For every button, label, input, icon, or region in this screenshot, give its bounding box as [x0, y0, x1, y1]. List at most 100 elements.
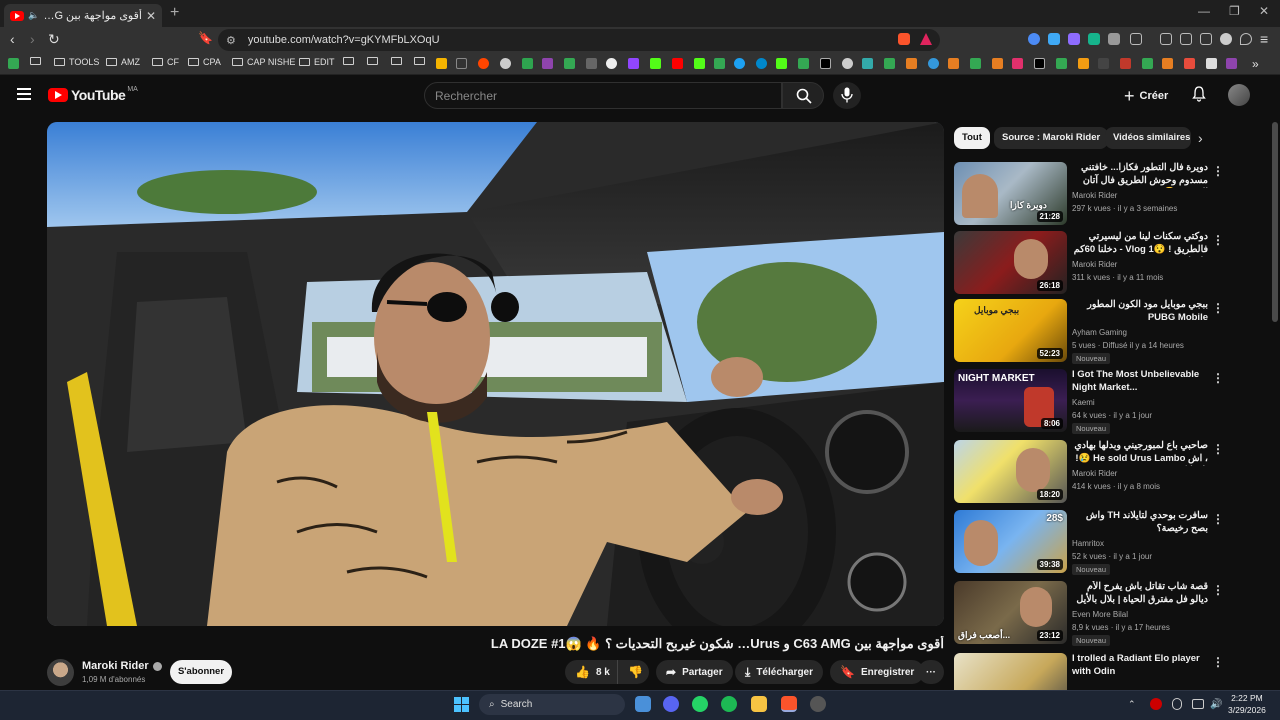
- bookmark-folder[interactable]: [343, 57, 358, 65]
- bookmark-folder-edit[interactable]: EDIT: [299, 57, 335, 67]
- recommendation-title[interactable]: I trolled a Radiant Elo player with Odin: [1072, 653, 1208, 678]
- extension-icon[interactable]: [1028, 33, 1040, 45]
- mute-icon[interactable]: 🔈: [28, 10, 39, 21]
- more-options-icon[interactable]: ⋮: [1212, 655, 1224, 669]
- sheets-bookmark-icon[interactable]: [1056, 58, 1067, 69]
- bookmark-icon[interactable]: [948, 58, 959, 69]
- sheets-bookmark-icon[interactable]: [884, 58, 895, 69]
- recommendation-title[interactable]: سافرت بوحدي لتايلاند TH واش بصح رخيصة؟: [1072, 510, 1208, 535]
- recommendation-channel[interactable]: Kaemi: [1072, 398, 1095, 407]
- bookmark-icon[interactable]: [1162, 58, 1173, 69]
- screenshot-icon[interactable]: [1130, 33, 1142, 45]
- bookmark-folder-cpa[interactable]: CPA: [188, 57, 221, 67]
- more-options-icon[interactable]: ⋮: [1212, 233, 1224, 247]
- create-button[interactable]: + Créer: [1124, 84, 1168, 108]
- more-bookmarks-icon[interactable]: »: [1252, 57, 1259, 71]
- app-icon[interactable]: [810, 696, 826, 712]
- share-button[interactable]: ➦ Partager: [656, 660, 733, 684]
- bookmark-icon[interactable]: [1226, 58, 1237, 69]
- url-field[interactable]: ⚙ youtube.com/watch?v=gKYMFbLXOqU: [218, 29, 940, 51]
- forward-icon[interactable]: ›: [30, 31, 35, 47]
- tray-app-icon[interactable]: [1150, 698, 1162, 710]
- bookmark-icon[interactable]: [1206, 58, 1217, 69]
- system-clock[interactable]: 2:22 PM 3/29/2026: [1228, 692, 1266, 716]
- bookmark-icon[interactable]: [1120, 58, 1131, 69]
- network-icon[interactable]: [1192, 699, 1204, 709]
- bookmark-icon[interactable]: [734, 58, 745, 69]
- x-bookmark-icon[interactable]: [820, 58, 831, 69]
- bookmark-icon[interactable]: [842, 58, 853, 69]
- extension-icon[interactable]: [1088, 33, 1100, 45]
- search-input[interactable]: Rechercher: [424, 82, 782, 109]
- sheets-bookmark-icon[interactable]: [1142, 58, 1153, 69]
- brave-shields-icon[interactable]: [898, 33, 910, 45]
- instagram-bookmark-icon[interactable]: [1012, 58, 1023, 69]
- close-window-icon[interactable]: ✕: [1259, 4, 1269, 18]
- extensions-puzzle-icon[interactable]: [1108, 33, 1120, 45]
- video-thumbnail[interactable]: 26:18: [954, 231, 1067, 294]
- video-thumbnail[interactable]: 28$ 39:38: [954, 510, 1067, 573]
- more-options-icon[interactable]: ⋮: [1212, 442, 1224, 456]
- brave-browser-icon[interactable]: [781, 696, 797, 712]
- bookmark-icon[interactable]: [1034, 58, 1045, 69]
- recommendation-channel[interactable]: Maroki Rider: [1072, 260, 1117, 269]
- more-options-icon[interactable]: ⋮: [1212, 583, 1224, 597]
- video-thumbnail[interactable]: NIGHT MARKET 8:06: [954, 369, 1067, 432]
- sheets-bookmark-icon[interactable]: [8, 58, 19, 69]
- file-explorer-icon[interactable]: [751, 696, 767, 712]
- chip-source[interactable]: Source : Maroki Rider: [994, 127, 1109, 149]
- recommendation-channel[interactable]: Hamritox: [1072, 539, 1104, 548]
- hamburger-menu-icon[interactable]: [17, 88, 31, 100]
- sidebar-scrollbar[interactable]: [1272, 122, 1278, 322]
- more-options-icon[interactable]: ⋮: [1212, 164, 1224, 178]
- bookmark-icon[interactable]: [542, 58, 553, 69]
- bookmark-icon[interactable]: [1098, 58, 1109, 69]
- more-actions-button[interactable]: ···: [918, 660, 944, 684]
- recommendation-item[interactable]: أصعب فراق... 23:12 قصة شاب تقاتل باش يفر…: [954, 581, 1266, 646]
- extension-icon[interactable]: [1068, 33, 1080, 45]
- notifications-bell-icon[interactable]: [1192, 86, 1206, 102]
- recommendation-channel[interactable]: Ayham Gaming: [1072, 328, 1127, 337]
- bookmark-icon[interactable]: [906, 58, 917, 69]
- video-thumbnail[interactable]: ببجي موبايل 52:23: [954, 299, 1067, 362]
- extension-icon[interactable]: [1048, 33, 1060, 45]
- bookmark-icon[interactable]: [436, 58, 447, 69]
- recommendation-item[interactable]: 28$ 39:38 سافرت بوحدي لتايلاند TH واش بص…: [954, 510, 1266, 575]
- recommendation-item[interactable]: ببجي موبايل 52:23 ببجي موبايل مود الكون …: [954, 299, 1266, 364]
- sheets-bookmark-icon[interactable]: [798, 58, 809, 69]
- bookmark-icon[interactable]: [992, 58, 1003, 69]
- vpn-icon[interactable]: [1240, 33, 1252, 45]
- subscribe-button[interactable]: S'abonner: [170, 660, 232, 684]
- bookmark-icon[interactable]: [1078, 58, 1089, 69]
- recommendation-item[interactable]: NIGHT MARKET 8:06 I Got The Most Unbelie…: [954, 369, 1266, 434]
- recommendation-channel[interactable]: Even More Bilal: [1072, 610, 1128, 619]
- whatsapp-icon[interactable]: [692, 696, 708, 712]
- bookmark-folder-amz[interactable]: AMZ: [106, 57, 140, 67]
- taskbar-search[interactable]: ⌕ Search: [479, 694, 625, 715]
- video-thumbnail[interactable]: أصعب فراق... 23:12: [954, 581, 1067, 644]
- bookmark-folder[interactable]: [30, 57, 45, 65]
- video-player[interactable]: [47, 122, 944, 626]
- leo-ai-icon[interactable]: [1220, 33, 1232, 45]
- bookmark-icon[interactable]: 🔖: [198, 31, 213, 45]
- menu-icon[interactable]: ≡: [1260, 31, 1268, 47]
- bookmark-icon[interactable]: [862, 58, 873, 69]
- recommendation-item[interactable]: دويرة كازا 21:28 دويرة فال التطور فكازا.…: [954, 162, 1266, 226]
- account-avatar[interactable]: [1228, 84, 1250, 106]
- volume-icon[interactable]: 🔊: [1210, 699, 1222, 710]
- search-button[interactable]: [782, 82, 824, 109]
- bookmark-folder[interactable]: [367, 57, 382, 65]
- channel-avatar[interactable]: [47, 659, 74, 686]
- more-options-icon[interactable]: ⋮: [1212, 371, 1224, 385]
- twitch-bookmark-icon[interactable]: [628, 58, 639, 69]
- media-icon[interactable]: [1160, 33, 1172, 45]
- spotify-icon[interactable]: [721, 696, 737, 712]
- recommendation-title[interactable]: دوكتي سكنات لينا من ليسيرتي فالطريق ! 😯V…: [1072, 231, 1208, 257]
- bookmark-icon[interactable]: [500, 58, 511, 69]
- youtube-logo[interactable]: YouTube MA: [48, 86, 138, 103]
- restore-icon[interactable]: ❐: [1229, 4, 1240, 18]
- recommendation-title[interactable]: I Got The Most Unbelievable Night Market…: [1072, 369, 1208, 394]
- kick-bookmark-icon[interactable]: [776, 58, 787, 69]
- sheets-bookmark-icon[interactable]: [970, 58, 981, 69]
- video-thumbnail[interactable]: 18:20: [954, 440, 1067, 503]
